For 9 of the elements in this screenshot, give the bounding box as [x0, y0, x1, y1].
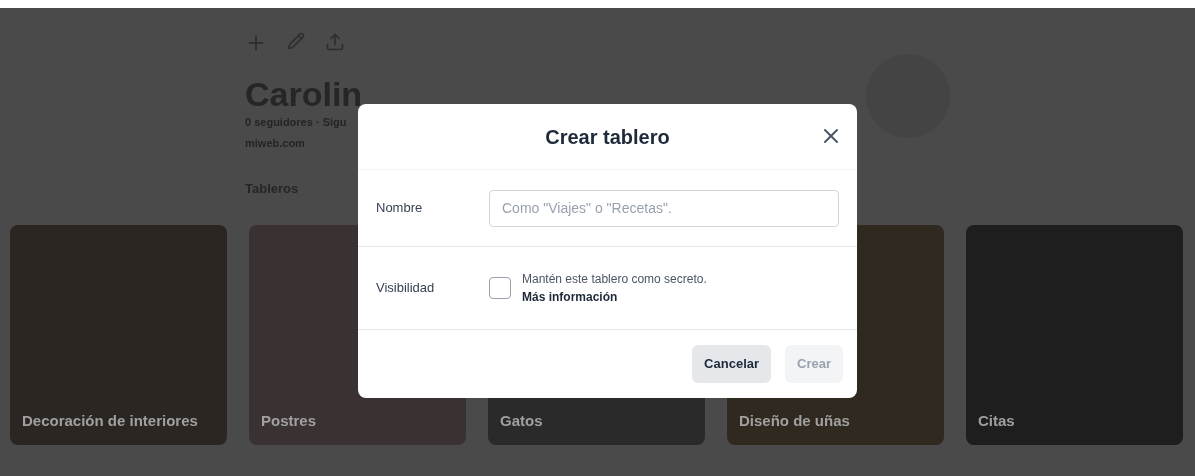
field-label: Visibilidad — [376, 279, 436, 298]
board-title: Decoración de interiores — [22, 411, 198, 431]
secret-text: Mantén este tablero como secreto. — [522, 271, 707, 288]
board-title: Postres — [261, 411, 317, 431]
dialog-title: Crear tablero — [545, 124, 670, 150]
board-title: Diseño de uñas — [739, 411, 850, 431]
board-title: Gatos — [500, 411, 543, 431]
field-label: Nombre — [376, 199, 424, 218]
board-title: Citas — [978, 411, 1015, 431]
